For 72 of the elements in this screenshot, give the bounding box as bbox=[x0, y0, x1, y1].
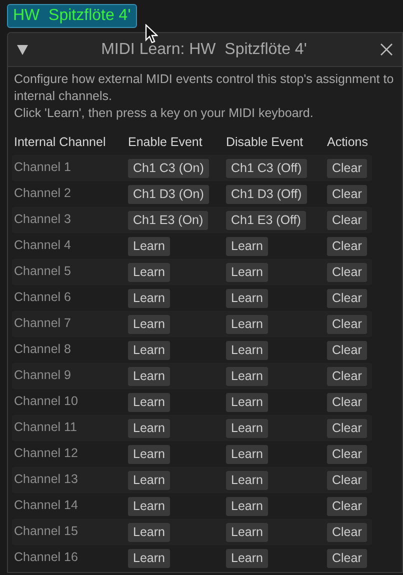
table-button[interactable]: Learn bbox=[128, 522, 170, 542]
column-header: Internal Channel bbox=[14, 134, 107, 152]
table-button[interactable]: Ch1 C3 (Off) bbox=[226, 158, 307, 178]
table-button[interactable]: Learn bbox=[128, 314, 170, 334]
table-button[interactable]: Ch1 E3 (On) bbox=[128, 210, 208, 230]
table-button[interactable]: Learn bbox=[226, 548, 268, 568]
table-button[interactable]: Clear bbox=[327, 288, 367, 308]
table-button[interactable]: Clear bbox=[327, 444, 367, 464]
table-button[interactable]: Learn bbox=[128, 392, 170, 412]
table-button[interactable]: Learn bbox=[226, 262, 268, 282]
column-header: Actions bbox=[327, 134, 369, 152]
channel-label: Channel 6 bbox=[14, 289, 72, 306]
channel-label: Channel 7 bbox=[14, 315, 72, 332]
table-button[interactable]: Clear bbox=[327, 210, 367, 230]
stop-button[interactable]: HW Spitzflöte 4' bbox=[7, 4, 137, 28]
table-button[interactable]: Clear bbox=[327, 236, 367, 256]
channel-label: Channel 15 bbox=[14, 523, 79, 540]
table-button[interactable]: Clear bbox=[327, 158, 367, 178]
table-button[interactable]: Learn bbox=[226, 392, 268, 412]
description-text: Click 'Learn', then press a key on your MIDI keyboard. bbox=[14, 105, 314, 122]
table-button[interactable]: Learn bbox=[226, 418, 268, 438]
table-button[interactable]: Learn bbox=[226, 314, 268, 334]
channel-label: Channel 4 bbox=[14, 237, 72, 254]
table-button[interactable]: Clear bbox=[327, 392, 367, 412]
table-button[interactable]: Clear bbox=[327, 262, 367, 282]
table-button[interactable]: Learn bbox=[128, 470, 170, 490]
table-button[interactable]: Learn bbox=[226, 236, 268, 256]
table-button[interactable]: Clear bbox=[327, 314, 367, 334]
description-text: Configure how external MIDI events control this stop's assignment to internal channels. bbox=[14, 71, 395, 104]
channel-label: Channel 11 bbox=[14, 419, 78, 436]
column-header: Enable Event bbox=[128, 134, 204, 152]
table-button[interactable]: Learn bbox=[128, 444, 170, 464]
table-button[interactable]: Learn bbox=[226, 444, 268, 464]
table-button[interactable]: Clear bbox=[327, 470, 367, 490]
channel-label: Channel 13 bbox=[14, 471, 79, 488]
table-button[interactable]: Learn bbox=[128, 366, 170, 386]
channel-label: Channel 9 bbox=[14, 367, 72, 384]
table-button[interactable]: Learn bbox=[128, 236, 170, 256]
table-button[interactable]: Clear bbox=[327, 522, 367, 542]
table-button[interactable]: Learn bbox=[226, 496, 268, 516]
channel-label: Channel 12 bbox=[14, 445, 79, 462]
table-button[interactable]: Clear bbox=[327, 418, 367, 438]
table-button[interactable]: Learn bbox=[226, 340, 268, 360]
table-button[interactable]: Learn bbox=[226, 522, 268, 542]
channel-label: Channel 8 bbox=[14, 341, 72, 358]
table-button[interactable]: Clear bbox=[327, 548, 367, 568]
table-button[interactable]: Learn bbox=[128, 418, 170, 438]
channel-label: Channel 14 bbox=[14, 497, 79, 514]
window-title: MIDI Learn: HW Spitzflöte 4' bbox=[100, 40, 308, 60]
table-button[interactable]: Learn bbox=[226, 470, 268, 490]
table-button[interactable]: Clear bbox=[327, 340, 367, 360]
table-button[interactable]: Ch1 C3 (On) bbox=[128, 158, 209, 178]
channel-label: Channel 16 bbox=[14, 549, 79, 566]
table-button[interactable]: Learn bbox=[128, 548, 170, 568]
channel-label: Channel 10 bbox=[14, 393, 79, 410]
table-button[interactable]: Ch1 E3 (Off) bbox=[226, 210, 306, 230]
table-button[interactable]: Ch1 D3 (On) bbox=[128, 184, 209, 204]
table-button[interactable]: Learn bbox=[226, 288, 268, 308]
table-button[interactable]: Learn bbox=[128, 288, 170, 308]
channel-label: Channel 3 bbox=[14, 211, 72, 228]
table-button[interactable]: Learn bbox=[128, 496, 170, 516]
table-button[interactable]: Learn bbox=[128, 262, 170, 282]
table-button[interactable]: Clear bbox=[327, 184, 367, 204]
column-header: Disable Event bbox=[226, 134, 304, 152]
channel-label: Channel 5 bbox=[14, 263, 72, 280]
table-button[interactable]: Learn bbox=[226, 366, 268, 386]
table-button[interactable]: Ch1 D3 (Off) bbox=[226, 184, 307, 204]
table-button[interactable]: Clear bbox=[327, 366, 367, 386]
channel-label: Channel 2 bbox=[14, 185, 72, 202]
table-button[interactable]: Learn bbox=[128, 340, 170, 360]
channel-label: Channel 1 bbox=[14, 159, 72, 176]
table-button[interactable]: Clear bbox=[327, 496, 367, 516]
